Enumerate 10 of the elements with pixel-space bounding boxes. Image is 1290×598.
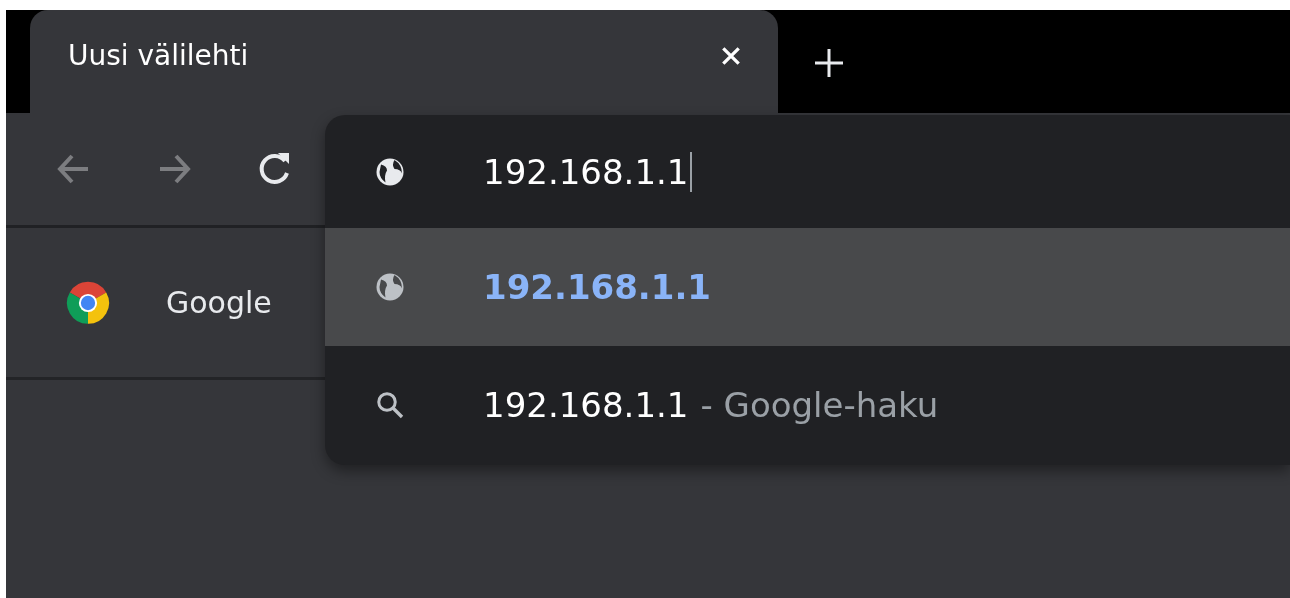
close-icon[interactable] [720, 44, 742, 67]
suggestion-item[interactable]: 192.168.1.1 [325, 228, 1290, 346]
address-field[interactable]: 192.168.1.1 [483, 151, 693, 192]
bookmark-item[interactable]: Google [166, 285, 272, 320]
search-icon [375, 390, 405, 420]
browser-tab[interactable]: Uusi välilehti [30, 10, 778, 113]
new-tab-icon[interactable] [814, 48, 844, 78]
globe-icon [375, 272, 405, 302]
suggestion-item[interactable]: 192.168.1.1 - Google-haku [325, 346, 1290, 464]
globe-icon [375, 156, 405, 187]
